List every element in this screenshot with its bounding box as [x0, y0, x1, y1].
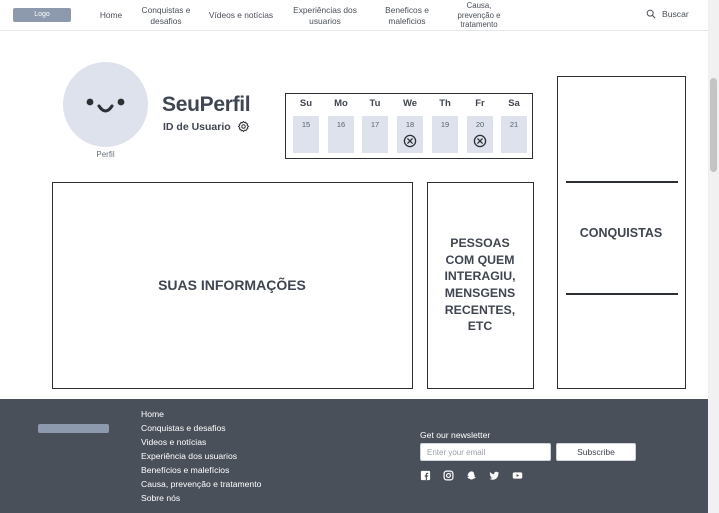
calendar-cell[interactable]: 18 — [397, 116, 423, 153]
nav-item-label: Beneficos e maleficios — [385, 5, 429, 26]
x-circle-icon — [403, 134, 417, 148]
calendar-date: 16 — [336, 120, 346, 129]
calendar-day-label: Su — [299, 98, 313, 109]
calendar-cell[interactable]: 19 — [432, 116, 458, 153]
calendar-day-label: We — [402, 98, 418, 109]
profile-page: Logo Home Conquistas e desafios Vídeos e… — [0, 0, 719, 513]
footer-link-home[interactable]: Home — [141, 407, 261, 421]
footer-link-causa[interactable]: Causa, prevenção e tratamento — [141, 477, 261, 491]
calendar-cell[interactable]: 21 — [501, 116, 527, 153]
youtube-link[interactable] — [512, 470, 523, 481]
achievements-title: CONQUISTAS — [579, 226, 663, 240]
avatar[interactable] — [63, 62, 148, 147]
nav-item-videos[interactable]: Vídeos e notícias — [205, 0, 277, 31]
logo[interactable]: Logo — [13, 8, 71, 22]
user-id: ID de Usuario — [163, 120, 250, 133]
snapchat-icon — [466, 471, 476, 480]
calendar-day[interactable]: Tu 17 — [362, 94, 388, 156]
scrollbar-thumb[interactable] — [710, 78, 717, 172]
smiley-face-icon — [86, 98, 125, 113]
footer-link-experiencia[interactable]: Experiência dos usuarios — [141, 449, 261, 463]
calendar-date: 19 — [440, 120, 450, 129]
calendar-day-label: Tu — [369, 98, 381, 109]
calendar-day-label: Fr — [475, 98, 485, 109]
calendar-date: 17 — [370, 120, 380, 129]
profile-name: SeuPerfil — [162, 93, 251, 116]
email-input[interactable] — [420, 443, 551, 461]
calendar-date: 15 — [301, 120, 311, 129]
nav-item-label: Causa, prevenção e tratamento — [457, 0, 501, 30]
instagram-icon — [443, 470, 454, 481]
calendar-date: 21 — [509, 120, 519, 129]
divider — [566, 181, 678, 183]
footer-link-beneficios[interactable]: Benefícios e malefícios — [141, 463, 261, 477]
calendar-cell[interactable]: 17 — [362, 116, 388, 153]
subscribe-button[interactable]: Subscribe — [556, 443, 636, 461]
info-panel[interactable]: SUAS INFORMAÇÕES — [52, 182, 413, 389]
calendar-date: 18 — [405, 120, 415, 129]
people-panel-title: PESSOAS COM QUEM INTERAGIU, MENSGENS REC… — [444, 236, 516, 334]
calendar-day[interactable]: Th 19 — [432, 94, 458, 156]
nav-item-experiencias[interactable]: Experiências dos usuarios — [288, 0, 362, 31]
footer: Home Conquistas e desafios Videos e notí… — [0, 399, 708, 513]
user-id-label: ID de Usuario — [163, 120, 231, 133]
nav-item-label: Vídeos e notícias — [208, 10, 274, 21]
calendar-date: 20 — [475, 120, 485, 129]
scrollbar-track[interactable] — [708, 0, 719, 513]
facebook-icon — [420, 470, 431, 481]
footer-logo[interactable] — [38, 424, 109, 433]
facebook-link[interactable] — [420, 470, 431, 481]
instagram-link[interactable] — [443, 470, 454, 481]
x-circle-icon — [473, 134, 487, 148]
calendar-day[interactable]: Su 15 — [293, 94, 319, 156]
calendar-day-label: Th — [439, 98, 451, 109]
search-icon — [646, 9, 656, 19]
achievements-panel[interactable]: CONQUISTAS — [557, 76, 686, 389]
calendar-day[interactable]: Sa 21 — [501, 94, 527, 156]
nav-item-conquistas[interactable]: Conquistas e desafios — [136, 0, 196, 31]
nav-item-beneficos[interactable]: Beneficos e maleficios — [378, 0, 436, 31]
calendar-cell[interactable]: 20 — [467, 116, 493, 153]
newsletter-label: Get our newsletter — [420, 430, 491, 440]
nav-item-causa[interactable]: Causa, prevenção e tratamento — [452, 0, 506, 31]
twitter-icon — [489, 471, 500, 480]
search-button[interactable]: Buscar — [646, 9, 689, 19]
info-panel-title: SUAS INFORMAÇÕES — [158, 277, 306, 293]
footer-links: Home Conquistas e desafios Videos e notí… — [141, 407, 261, 505]
footer-link-conquistas[interactable]: Conquistas e desafios — [141, 421, 261, 435]
people-panel[interactable]: PESSOAS COM QUEM INTERAGIU, MENSGENS REC… — [427, 182, 534, 389]
calendar-cell[interactable]: 15 — [293, 116, 319, 153]
avatar-label: Perfil — [96, 150, 115, 159]
top-nav: Logo Home Conquistas e desafios Vídeos e… — [0, 0, 708, 31]
nav-item-label: Conquistas e desafios — [141, 5, 191, 26]
calendar-day[interactable]: Fr 20 — [467, 94, 493, 156]
calendar-day-label: Sa — [508, 98, 520, 109]
twitter-link[interactable] — [489, 470, 500, 481]
footer-link-sobre[interactable]: Sobre nós — [141, 491, 261, 505]
calendar-day[interactable]: We 18 — [397, 94, 423, 156]
youtube-icon — [512, 472, 523, 479]
nav-item-home[interactable]: Home — [96, 0, 126, 31]
calendar-day[interactable]: Mo 16 — [328, 94, 354, 156]
gear-icon[interactable] — [237, 120, 250, 133]
week-calendar: Su 15 Mo 16 Tu 17 We 18 Th 19 Fr 20 Sa 2… — [285, 93, 533, 159]
search-label: Buscar — [662, 9, 689, 19]
nav-item-label: Home — [99, 10, 123, 21]
nav-item-label: Experiências dos usuarios — [293, 5, 357, 26]
footer-link-videos[interactable]: Videos e notícias — [141, 435, 261, 449]
snapchat-link[interactable] — [466, 470, 477, 481]
divider — [566, 293, 678, 295]
calendar-day-label: Mo — [334, 98, 348, 109]
calendar-cell[interactable]: 16 — [328, 116, 354, 153]
